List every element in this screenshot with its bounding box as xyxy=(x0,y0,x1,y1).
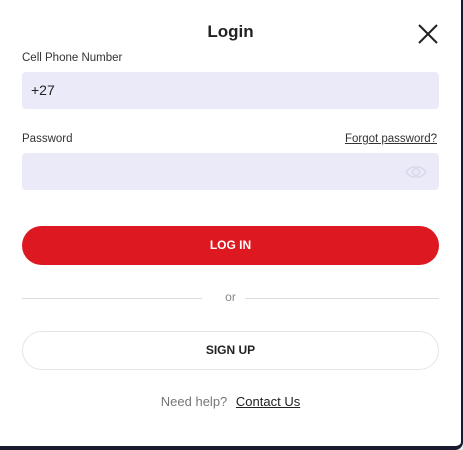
phone-label: Cell Phone Number xyxy=(22,52,123,64)
close-icon[interactable] xyxy=(416,22,440,46)
divider-or: or xyxy=(225,290,236,304)
login-button[interactable]: LOG IN xyxy=(22,226,439,265)
signup-button[interactable]: SIGN UP xyxy=(22,331,439,370)
help-row: Need help? Contact Us xyxy=(0,394,461,409)
phone-input[interactable]: +27 xyxy=(22,72,439,109)
divider-right xyxy=(245,298,439,299)
modal-title: Login xyxy=(207,22,254,41)
password-input[interactable] xyxy=(22,153,439,190)
login-modal: Login Cell Phone Number +27 Password For… xyxy=(0,0,463,450)
eye-icon[interactable] xyxy=(404,162,428,182)
contact-us-link[interactable]: Contact Us xyxy=(236,394,300,409)
help-prompt: Need help? xyxy=(160,394,228,409)
password-label: Password xyxy=(22,133,73,145)
forgot-password-link[interactable]: Forgot password? xyxy=(345,133,437,145)
